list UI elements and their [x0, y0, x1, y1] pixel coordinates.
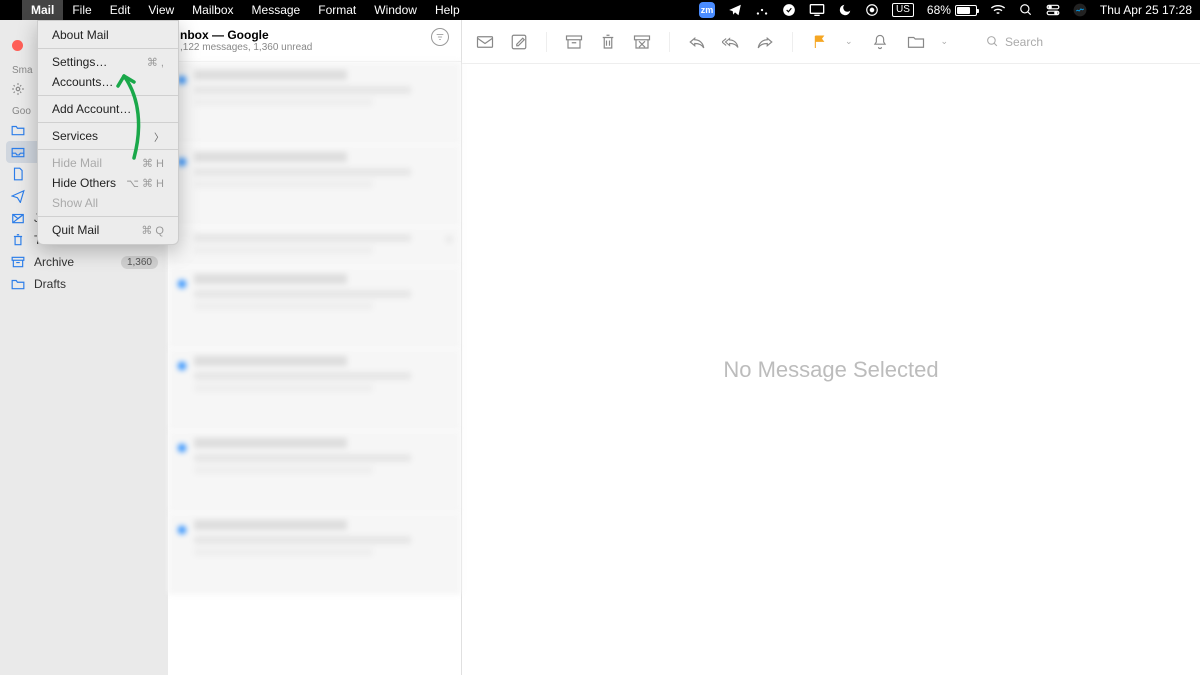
- gear-icon: [10, 82, 26, 96]
- battery-percent: 68%: [927, 3, 951, 17]
- menu-mailbox[interactable]: Mailbox: [183, 0, 242, 20]
- filter-button[interactable]: [431, 28, 449, 46]
- menu-about-mail[interactable]: About Mail: [38, 25, 178, 45]
- reply-all-button[interactable]: [722, 34, 740, 50]
- mailbox-subtitle: ,122 messages, 1,360 unread: [180, 42, 312, 53]
- message-row[interactable]: ◇: [168, 226, 461, 266]
- sidebar-item-archive[interactable]: Archive 1,360: [0, 251, 168, 273]
- control-center-icon[interactable]: [1046, 4, 1060, 16]
- chevron-down-icon[interactable]: ⌄: [941, 36, 949, 47]
- menu-show-all: Show All: [38, 193, 178, 213]
- menu-help[interactable]: Help: [426, 0, 469, 20]
- inbox-icon: [10, 146, 26, 158]
- unread-dot-icon: [178, 526, 186, 534]
- chevron-right-icon: 〉: [154, 129, 164, 144]
- junk-icon: [10, 211, 26, 225]
- folder-icon: [10, 124, 26, 136]
- zoom-icon[interactable]: zm: [699, 2, 715, 18]
- message-row[interactable]: [168, 512, 461, 594]
- message-row[interactable]: [168, 266, 461, 348]
- forward-button[interactable]: [756, 34, 774, 50]
- search-icon: [986, 35, 999, 48]
- sidebar-label: Archive: [34, 255, 113, 269]
- delete-button[interactable]: [599, 34, 617, 50]
- document-icon: [10, 167, 26, 181]
- telegram-icon[interactable]: [728, 3, 742, 17]
- menu-hide-mail: Hide Mail⌘ H: [38, 153, 178, 173]
- menu-hide-others[interactable]: Hide Others⌥ ⌘ H: [38, 173, 178, 193]
- menubar: Mail File Edit View Mailbox Message Form…: [0, 0, 1200, 20]
- unread-dot-icon: [178, 280, 186, 288]
- input-source[interactable]: US: [892, 3, 914, 17]
- menu-window[interactable]: Window: [365, 0, 426, 20]
- search-placeholder: Search: [1005, 35, 1043, 49]
- dots-icon[interactable]: [755, 3, 769, 17]
- menubar-datetime[interactable]: Thu Apr 25 17:28: [1100, 3, 1192, 17]
- message-row[interactable]: [168, 430, 461, 512]
- mail-app: Sma Goo Junk 13 Trash Ar: [0, 20, 1200, 675]
- display-icon[interactable]: [809, 3, 825, 17]
- unread-dot-icon: [178, 76, 186, 84]
- menu-quit-mail[interactable]: Quit Mail⌘ Q: [38, 220, 178, 240]
- record-icon[interactable]: [865, 3, 879, 17]
- compose-button[interactable]: [510, 34, 528, 50]
- menu-message[interactable]: Message: [243, 0, 310, 20]
- wifi-icon[interactable]: [990, 4, 1006, 16]
- menu-add-account[interactable]: Add Account…: [38, 99, 178, 119]
- mute-button[interactable]: [871, 34, 889, 50]
- menu-view[interactable]: View: [139, 0, 183, 20]
- unread-dot-icon: [178, 362, 186, 370]
- toolbar: ⌄ ⌄ Search: [462, 20, 1200, 64]
- message-items[interactable]: ◇: [168, 62, 461, 594]
- battery-icon: [955, 5, 977, 16]
- chevron-down-icon[interactable]: ⌄: [845, 36, 853, 47]
- search-field[interactable]: Search: [986, 35, 1186, 49]
- message-row[interactable]: [168, 348, 461, 430]
- menubar-left: Mail File Edit View Mailbox Message Form…: [8, 0, 469, 20]
- sidebar-badge: 1,360: [121, 256, 158, 269]
- message-row[interactable]: [168, 144, 461, 226]
- menu-format[interactable]: Format: [309, 0, 365, 20]
- menu-accounts[interactable]: Accounts…: [38, 72, 178, 92]
- reply-button[interactable]: [688, 34, 706, 50]
- menubar-right: zm US 68% Thu Apr 25 17:28: [699, 2, 1192, 18]
- mail-menu-dropdown: About Mail Settings…⌘ , Accounts… Add Ac…: [37, 20, 179, 245]
- message-row[interactable]: [168, 62, 461, 144]
- unread-dot-icon: [178, 158, 186, 166]
- message-viewer: No Message Selected: [462, 64, 1200, 675]
- flag-button[interactable]: [811, 34, 829, 50]
- message-list: nbox — Google ,122 messages, 1,360 unrea…: [168, 20, 462, 675]
- close-window-button[interactable]: [12, 40, 23, 51]
- move-button[interactable]: [907, 34, 925, 50]
- empty-state-text: No Message Selected: [723, 357, 938, 383]
- star-icon: ◇: [445, 234, 453, 245]
- moon-icon[interactable]: [838, 3, 852, 17]
- siri-icon[interactable]: [1073, 3, 1087, 17]
- folder-icon: [10, 278, 26, 290]
- menu-services[interactable]: Services〉: [38, 126, 178, 146]
- unread-dot-icon: [178, 444, 186, 452]
- get-mail-button[interactable]: [476, 34, 494, 50]
- battery-indicator[interactable]: 68%: [927, 3, 977, 17]
- junk-button[interactable]: [633, 34, 651, 50]
- message-list-header: nbox — Google ,122 messages, 1,360 unrea…: [168, 20, 461, 62]
- sidebar-label: Drafts: [34, 277, 158, 291]
- mailbox-title: nbox — Google: [180, 28, 312, 42]
- menu-file[interactable]: File: [63, 0, 100, 20]
- spotlight-icon[interactable]: [1019, 3, 1033, 17]
- check-circle-icon[interactable]: [782, 3, 796, 17]
- archive-icon: [10, 256, 26, 268]
- trash-icon: [10, 233, 26, 247]
- content-pane: ⌄ ⌄ Search No Message Selected: [462, 20, 1200, 675]
- archive-button[interactable]: [565, 34, 583, 50]
- menu-mail[interactable]: Mail: [22, 0, 63, 20]
- paperplane-icon: [10, 189, 26, 203]
- menu-edit[interactable]: Edit: [101, 0, 140, 20]
- sidebar-item-drafts[interactable]: Drafts: [0, 273, 168, 295]
- menu-settings[interactable]: Settings…⌘ ,: [38, 52, 178, 72]
